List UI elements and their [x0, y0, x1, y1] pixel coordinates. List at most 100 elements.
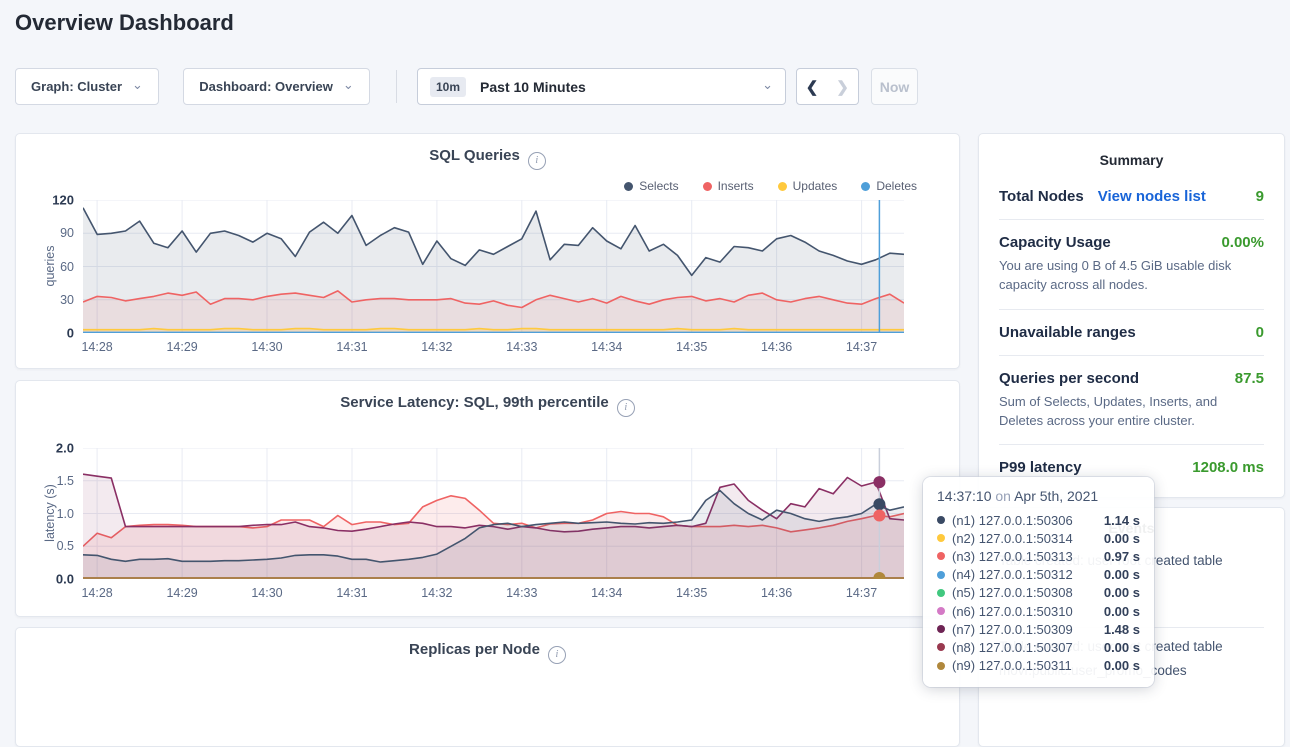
page-title: Overview Dashboard — [15, 10, 234, 36]
x-axis-tick: 14:30 — [251, 340, 282, 354]
y-axis-tick: 120 — [52, 193, 74, 208]
tooltip-node-value: 0.00 s — [1104, 585, 1140, 600]
tooltip-node-label: (n7) 127.0.0.1:50309 — [952, 622, 1073, 637]
total-nodes-value: 9 — [1256, 188, 1264, 205]
legend-item-updates[interactable]: Updates — [778, 179, 838, 193]
replicas-chart-card: Replicas per Node i — [15, 627, 960, 747]
graph-scope-dropdown[interactable]: Graph: Cluster ⌄ — [15, 68, 159, 105]
x-axis-tick: 14:34 — [591, 586, 622, 600]
tooltip-node-label: (n9) 127.0.0.1:50311 — [952, 658, 1072, 673]
latency-hover-tooltip: 14:37:10 on Apr 5th, 2021 (n1) 127.0.0.1… — [923, 477, 1154, 687]
x-axis-tick: 14:32 — [421, 586, 452, 600]
sql-queries-plot[interactable]: 030609012014:2814:2914:3014:3114:3214:33… — [83, 200, 904, 333]
tooltip-node-label: (n4) 127.0.0.1:50312 — [952, 567, 1073, 582]
y-axis-label: queries — [43, 246, 57, 287]
tooltip-timestamp: 14:37:10 on Apr 5th, 2021 — [937, 488, 1140, 504]
tooltip-row: (n9) 127.0.0.1:503110.00 s — [937, 657, 1140, 675]
tooltip-node-label: (n2) 127.0.0.1:50314 — [952, 531, 1073, 546]
legend-label: Updates — [793, 179, 838, 193]
time-prev-button[interactable]: ❮ — [796, 68, 828, 105]
total-nodes-label: Total Nodes — [999, 188, 1084, 205]
qps-label: Queries per second — [999, 370, 1139, 387]
x-axis-tick: 14:31 — [336, 340, 367, 354]
tooltip-node-label: (n5) 127.0.0.1:50308 — [952, 585, 1073, 600]
tooltip-row: (n2) 127.0.0.1:503140.00 s — [937, 529, 1140, 547]
service-latency-plot[interactable]: 0.00.51.01.52.014:2814:2914:3014:3114:32… — [83, 448, 904, 579]
tooltip-node-value: 0.97 s — [1104, 549, 1140, 564]
chart-title: Service Latency: SQL, 99th percentile i — [16, 394, 959, 417]
tooltip-row: (n6) 127.0.0.1:50310 0.00 s — [937, 602, 1140, 620]
y-axis-tick: 1.0 — [57, 507, 74, 521]
chevron-down-icon: ⌄ — [343, 78, 354, 91]
summary-total-nodes: Total Nodes View nodes list 9 — [999, 174, 1264, 219]
graph-scope-label: Graph: Cluster — [31, 79, 122, 94]
x-axis-tick: 14:28 — [81, 586, 112, 600]
tooltip-node-value: 1.48 s — [1104, 622, 1140, 637]
time-range-dropdown[interactable]: 10m Past 10 Minutes ⌄ — [417, 68, 786, 105]
series-color-dot — [937, 643, 945, 651]
tooltip-date: Apr 5th, 2021 — [1014, 488, 1098, 504]
summary-title: Summary — [979, 152, 1284, 168]
legend-label: Inserts — [718, 179, 754, 193]
x-axis-tick: 14:36 — [761, 340, 792, 354]
tooltip-node-value: 0.00 s — [1104, 604, 1140, 619]
sql-queries-title: SQL Queries — [429, 147, 520, 164]
capacity-description: You are using 0 B of 4.5 GiB usable disk… — [999, 257, 1264, 295]
x-axis-tick: 14:37 — [846, 340, 877, 354]
series-color-dot — [778, 182, 787, 191]
info-icon[interactable]: i — [528, 152, 546, 170]
p99-latency-value: 1208.0 ms — [1192, 459, 1264, 476]
info-icon[interactable]: i — [548, 646, 566, 664]
x-axis-tick: 14:33 — [506, 586, 537, 600]
x-axis-tick: 14:29 — [166, 340, 197, 354]
summary-capacity: Capacity Usage 0.00% You are using 0 B o… — [999, 219, 1264, 309]
dashboard-label: Dashboard: Overview — [199, 79, 333, 94]
summary-qps: Queries per second 87.5 Sum of Selects, … — [999, 355, 1264, 445]
x-axis-tick: 14:35 — [676, 586, 707, 600]
info-icon[interactable]: i — [617, 399, 635, 417]
legend-label: Deletes — [876, 179, 917, 193]
series-color-dot — [937, 607, 945, 615]
chevron-left-icon: ❮ — [806, 78, 819, 96]
legend-item-selects[interactable]: Selects — [624, 179, 678, 193]
legend-label: Selects — [639, 179, 678, 193]
tooltip-node-label: (n6) 127.0.0.1:50310 — [952, 604, 1073, 619]
view-nodes-list-link[interactable]: View nodes list — [1098, 188, 1206, 205]
tooltip-node-label: (n3) 127.0.0.1:50313 — [952, 549, 1073, 564]
capacity-value: 0.00% — [1221, 234, 1264, 251]
legend-item-deletes[interactable]: Deletes — [861, 179, 917, 193]
dashboard-dropdown[interactable]: Dashboard: Overview ⌄ — [183, 68, 370, 105]
tooltip-node-value: 0.00 s — [1104, 640, 1140, 655]
y-axis-tick: 0.5 — [57, 539, 74, 553]
x-axis-tick: 14:33 — [506, 340, 537, 354]
qps-description: Sum of Selects, Updates, Inserts, and De… — [999, 393, 1264, 431]
now-button[interactable]: Now — [871, 68, 918, 105]
tooltip-time: 14:37:10 — [937, 488, 992, 504]
summary-panel: Summary Total Nodes View nodes list 9 Ca… — [978, 133, 1285, 498]
x-axis-tick: 14:34 — [591, 340, 622, 354]
unavailable-ranges-value: 0 — [1256, 324, 1264, 341]
tooltip-node-label: (n1) 127.0.0.1:50306 — [952, 513, 1073, 528]
replicas-title: Replicas per Node — [409, 641, 540, 658]
x-axis-tick: 14:36 — [761, 586, 792, 600]
sql-queries-chart-card: SQL Queries i Selects Inserts Updates Delete… — [15, 133, 960, 369]
y-axis-tick: 0.0 — [56, 572, 74, 587]
time-next-button[interactable]: ❯ — [827, 68, 859, 105]
qps-value: 87.5 — [1235, 370, 1264, 387]
series-color-dot — [937, 625, 945, 633]
tooltip-row: (n7) 127.0.0.1:50309 1.48 s — [937, 620, 1140, 638]
x-axis-tick: 14:29 — [166, 586, 197, 600]
service-latency-chart-card: Service Latency: SQL, 99th percentile i l… — [15, 380, 960, 617]
x-axis-tick: 14:37 — [846, 586, 877, 600]
service-latency-title: Service Latency: SQL, 99th percentile — [340, 394, 608, 411]
y-axis-label: latency (s) — [43, 484, 57, 542]
y-axis-tick: 30 — [60, 293, 74, 307]
summary-unavailable-ranges: Unavailable ranges 0 — [999, 309, 1264, 355]
legend-item-inserts[interactable]: Inserts — [703, 179, 754, 193]
x-axis-tick: 14:31 — [336, 586, 367, 600]
tooltip-row: (n3) 127.0.0.1:50313 0.97 s — [937, 547, 1140, 565]
unavailable-ranges-label: Unavailable ranges — [999, 324, 1136, 341]
y-axis-tick: 90 — [60, 226, 74, 240]
tooltip-node-value: 1.14 s — [1104, 513, 1140, 528]
tooltip-row: (n8) 127.0.0.1:503070.00 s — [937, 638, 1140, 656]
